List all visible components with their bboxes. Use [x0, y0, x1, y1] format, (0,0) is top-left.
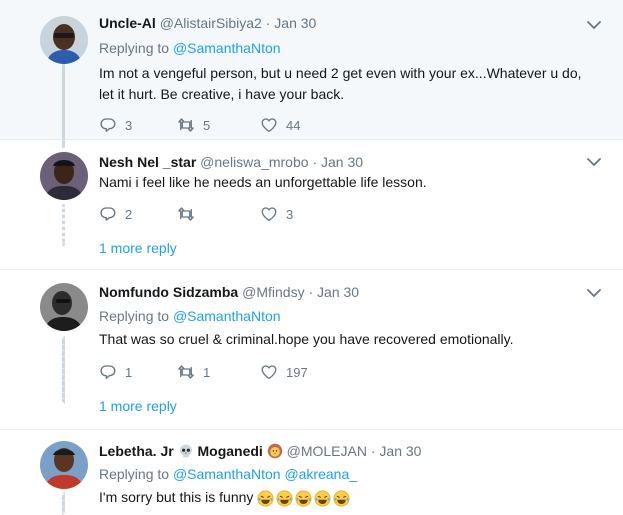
like-button[interactable]: 44 [260, 116, 340, 134]
replying-to: Replying to @SamanthaNton [99, 40, 281, 56]
tweet-header: Nesh Nel _star @neliswa_mrobo · Jan 30 [99, 154, 363, 170]
display-name-part2[interactable]: Moganedi [197, 443, 262, 459]
separator: · [265, 15, 271, 31]
tears-of-joy-icon [257, 490, 274, 507]
tweet-text: Nami i feel like he needs an unforgettab… [99, 174, 427, 190]
tweet-date[interactable]: Jan 30 [379, 443, 421, 459]
tweet-date[interactable]: Jan 30 [321, 154, 363, 170]
thread-dots [62, 204, 65, 246]
tweet-nomfundo[interactable]: Nomfundo Sidzamba @Mfindsy · Jan 30 Repl… [0, 270, 623, 430]
heart-icon [260, 363, 278, 381]
tweet-text-row: I'm sorry but this is funny [99, 487, 599, 508]
reply-count: 1 [125, 364, 133, 380]
reply-button[interactable]: 2 [99, 205, 177, 223]
tears-of-joy-icon [295, 490, 312, 507]
chevron-down-icon[interactable] [587, 20, 601, 30]
thread-line [62, 64, 65, 140]
tweet-uncle-al[interactable]: Uncle-Al @AlistairSibiya2 · Jan 30 Reply… [0, 0, 623, 140]
laughing-emojis [257, 490, 350, 507]
retweet-button[interactable]: 5 [177, 116, 260, 134]
more-replies-link[interactable]: 1 more reply [99, 398, 177, 414]
reply-icon [99, 363, 117, 381]
tweet-header: Nomfundo Sidzamba @Mfindsy · Jan 30 [99, 284, 359, 300]
replying-label: Replying to [99, 308, 170, 324]
tweet-date[interactable]: Jan 30 [317, 284, 359, 300]
avatar[interactable] [40, 283, 88, 331]
tweet-actions: 2 3 [99, 205, 340, 223]
tweet-actions: 3 5 44 [99, 116, 340, 134]
mention-link[interactable]: @SamanthaNton [173, 308, 281, 324]
user-handle[interactable]: @Mfindsy [242, 284, 304, 300]
retweet-button[interactable]: 1 [177, 363, 260, 381]
like-count: 3 [286, 206, 294, 222]
heart-icon [260, 116, 278, 134]
thread-dots [62, 336, 65, 404]
reply-icon [99, 205, 117, 223]
chevron-down-icon[interactable] [587, 157, 601, 167]
tears-of-joy-icon [276, 490, 293, 507]
separator: · [312, 154, 318, 170]
avatar[interactable] [40, 441, 88, 489]
retweet-icon [177, 205, 195, 223]
heart-icon [260, 205, 278, 223]
reply-count: 2 [125, 206, 133, 222]
replying-label: Replying to [99, 40, 170, 56]
replying-to: Replying to @SamanthaNton [99, 308, 281, 324]
like-count: 197 [286, 364, 308, 380]
mention-link[interactable]: @SamanthaNton [173, 466, 281, 482]
tweet-nesh-nel[interactable]: Nesh Nel _star @neliswa_mrobo · Jan 30 N… [0, 140, 623, 270]
reply-button[interactable]: 3 [99, 116, 177, 134]
replying-label: Replying to [99, 466, 170, 482]
reply-count: 3 [125, 117, 133, 133]
tweet-text: I'm sorry but this is funny [99, 489, 254, 505]
display-name-part1[interactable]: Lebetha. Jr [99, 443, 174, 459]
tweet-text: That was so cruel & criminal.hope you ha… [99, 331, 514, 347]
separator: · [370, 443, 376, 459]
retweet-count: 1 [203, 364, 211, 380]
display-name[interactable]: Nesh Nel _star [99, 154, 196, 170]
more-replies-link[interactable]: 1 more reply [99, 240, 177, 256]
like-button[interactable]: 197 [260, 363, 340, 381]
retweet-count: 5 [203, 117, 211, 133]
user-handle[interactable]: @neliswa_mrobo [200, 154, 308, 170]
thread-dots [62, 492, 65, 515]
tweet-header: Uncle-Al @AlistairSibiya2 · Jan 30 [99, 15, 316, 31]
tweet-actions: 1 1 197 [99, 363, 340, 381]
avatar[interactable] [40, 152, 88, 200]
user-handle[interactable]: @MOLEJAN [287, 443, 367, 459]
thread-line [62, 140, 65, 148]
tweet-lebetha[interactable]: Lebetha. Jr Moganedi @MOLEJAN · Jan 30 R… [0, 430, 623, 515]
tweet-date[interactable]: Jan 30 [274, 15, 316, 31]
user-handle[interactable]: @AlistairSibiya2 [160, 15, 262, 31]
mention-link[interactable]: @SamanthaNton [173, 40, 281, 56]
mention-link-2[interactable]: @akreana_ [284, 466, 357, 482]
separator: · [308, 284, 314, 300]
tweet-header: Lebetha. Jr Moganedi @MOLEJAN · Jan 30 [99, 443, 421, 459]
tears-of-joy-icon [333, 490, 350, 507]
display-name[interactable]: Nomfundo Sidzamba [99, 284, 238, 300]
like-button[interactable]: 3 [260, 205, 340, 223]
reply-button[interactable]: 1 [99, 363, 177, 381]
retweet-button[interactable] [177, 205, 260, 223]
reply-icon [99, 116, 117, 134]
display-name[interactable]: Uncle-Al [99, 15, 156, 31]
replying-to: Replying to @SamanthaNton @akreana_ [99, 466, 357, 482]
tweet-text: Im not a vengeful person, but u need 2 g… [99, 65, 582, 102]
avatar[interactable] [40, 16, 88, 64]
skull-emoji-icon [179, 444, 192, 458]
retweet-icon [177, 363, 195, 381]
like-count: 44 [286, 117, 301, 133]
tears-of-joy-icon [314, 490, 331, 507]
chevron-down-icon[interactable] [587, 288, 601, 298]
lion-emoji-icon [267, 443, 282, 459]
retweet-icon [177, 116, 195, 134]
